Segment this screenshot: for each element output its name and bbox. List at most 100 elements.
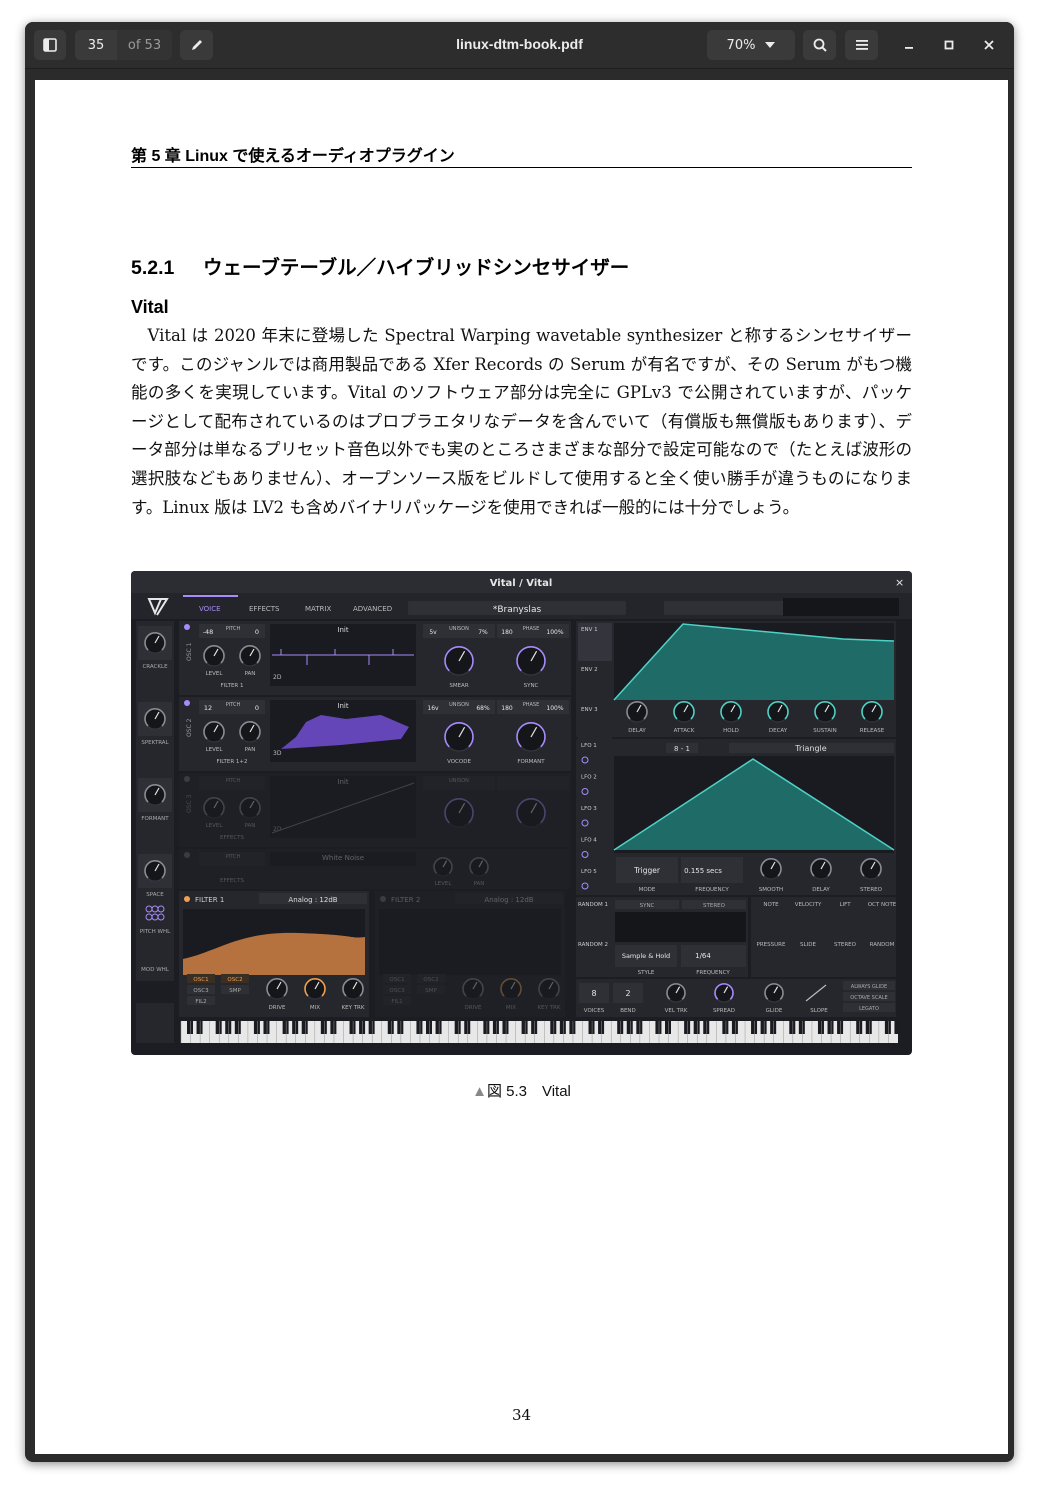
pencil-icon [191,40,202,50]
vital-osc-phase-pct: 100% [546,705,563,712]
vital-bend: 2 [625,989,630,998]
sidebar-toggle-button[interactable] [34,30,66,60]
vital-osc-filter: EFFECTS [220,835,244,841]
vital-synth-ui: Vital / Vital × VOICE EFFECTS MATRIX ADV… [131,571,912,1043]
vital-black-key [817,1021,824,1034]
vital-env-tab: ENV 2 [581,667,598,673]
vital-osc-filter: FILTER 1 [221,683,244,689]
vital-black-key [368,1021,375,1034]
vital-black-key [502,1021,509,1034]
vital-black-key [225,1021,232,1034]
vital-mod-source: PRESSURE [757,942,786,948]
vital-osc-phase: 180 [501,705,513,712]
zoom-level: 70% [726,37,756,53]
vital-random-btn: STEREO [703,903,726,909]
vital-black-key [464,1021,471,1034]
vital-black-key [703,1021,710,1034]
vital-osc-pan-label: PAN [245,747,256,753]
vital-osc-phase-label: PHASE [523,626,540,632]
vital-left-knob-label: SPACE [146,892,164,898]
vital-glide-opt: LEGATO [859,1006,879,1012]
vital-glide-opt: OCTAVE SCALE [850,995,887,1001]
vital-filter-knob-label: MIX [310,1005,320,1011]
vital-osc-wave: Init [337,626,348,634]
vital-black-key [827,1021,834,1034]
vital-osc-pitch-label: PITCH [226,778,241,784]
vital-lfo-label: MODE [639,887,656,893]
vital-osc-toggle [184,776,190,782]
current-page: 35 [87,37,105,53]
vital-black-key [320,1021,327,1034]
vital-black-key [387,1021,394,1034]
vital-osc-mode1: VOCODE [447,759,471,765]
vital-osc-pitch-label: PITCH [226,854,241,860]
page-number: 34 [511,1406,532,1424]
vital-osc-pan-val: 0 [255,704,259,712]
vital-filter-toggle [184,896,190,902]
vital-osc-row: OSC 2 12 PITCH 0 LEVEL PAN FILTER 1+2 Init 3D 16v… [179,697,571,771]
vital-osc-wave: Init [337,778,348,786]
vital-lfo-tab: LFO 5 [581,869,597,875]
vital-osc-mode2: FORMANT [517,759,545,765]
vital-filter-src: OSC3 [389,988,405,994]
vital-mod-source: RANDOM [870,942,895,948]
vital-env-knob-label: SUSTAIN [813,728,836,734]
vital-env-knob-label: HOLD [723,728,739,734]
vital-black-key [865,1021,872,1034]
vital-filter-knob-label: DRIVE [465,1005,482,1011]
vital-black-key [588,1021,595,1034]
vital-random-tab: RANDOM 2 [578,942,608,948]
vital-black-key [359,1021,366,1034]
vital-filter-src: OSC1 [193,977,208,983]
close-button[interactable] [974,30,1004,60]
vital-lfo-label: SMOOTH [759,887,783,893]
maximize-button[interactable] [934,30,964,60]
subsection-heading: Vital [131,297,169,317]
vital-filter-src: OSC2 [423,977,438,983]
vital-black-key [559,1021,566,1034]
vital-tab-effects: EFFECTS [249,605,280,613]
vital-osc-unison-pct: 7% [478,629,488,636]
vital-env-tab: ENV 3 [581,707,598,713]
vital-osc-row: PITCH EFFECTS White Noise LEVEL PAN [179,849,571,889]
vital-random-label: STYLE [638,970,655,976]
page-total-label: of 53 [127,37,162,53]
vital-black-key [636,1021,643,1034]
zoom-dropdown[interactable]: 70% [707,30,795,60]
minimize-button[interactable] [894,30,924,60]
vital-lfo-shape-name: Triangle [794,744,826,753]
vital-osc-unison: 5v [429,629,437,636]
vital-osc-wave: Init [337,702,348,710]
menu-button[interactable] [845,30,878,60]
vital-filter-src: FIL2 [195,999,206,1005]
vital-filter-label: FILTER 2 [391,896,420,904]
vital-filter-knob-label: DRIVE [269,1005,286,1011]
header-bar: 35 of 53 linux-dtm-book.pdf 70% [25,22,1014,69]
vital-osc-unison-label: UNISON [449,626,469,632]
vital-voice-label: VEL TRK [665,1008,688,1014]
vital-lfo-freq: 0.155 secs [684,867,722,875]
vital-lfo-label: DELAY [812,887,830,893]
vital-black-key [426,1021,432,1034]
vital-left-knob-label: CRACKLE [142,664,168,670]
vital-osc-toggle [184,700,190,706]
vital-filter-src: FIL1 [391,999,402,1005]
vital-black-key [598,1021,605,1034]
vital-osc-pitch-label: PITCH [226,702,241,708]
section-heading: 5.2.1 ウェーブテーブル／ハイブリッドシンセサイザー [131,251,629,280]
vital-env-knob-label: DELAY [628,728,646,734]
vital-left-knob-label: FORMANT [141,816,169,822]
annotate-button[interactable] [180,30,213,60]
vital-black-key [655,1021,662,1034]
vital-black-key [837,1021,844,1034]
search-button[interactable] [803,30,836,60]
vital-voices: 8 [591,989,596,998]
vital-black-key [454,1021,461,1034]
vital-black-key [884,1021,891,1034]
vital-glide-opt: ALWAYS GLIDE [851,984,887,990]
vital-osc-mode1: SMEAR [449,683,468,689]
vital-filter-knob-label: KEY TRK [538,1005,561,1011]
vital-osc-pitch: 12 [204,704,212,712]
vital-black-key [626,1021,633,1034]
page-number-input[interactable]: 35 [75,30,117,60]
